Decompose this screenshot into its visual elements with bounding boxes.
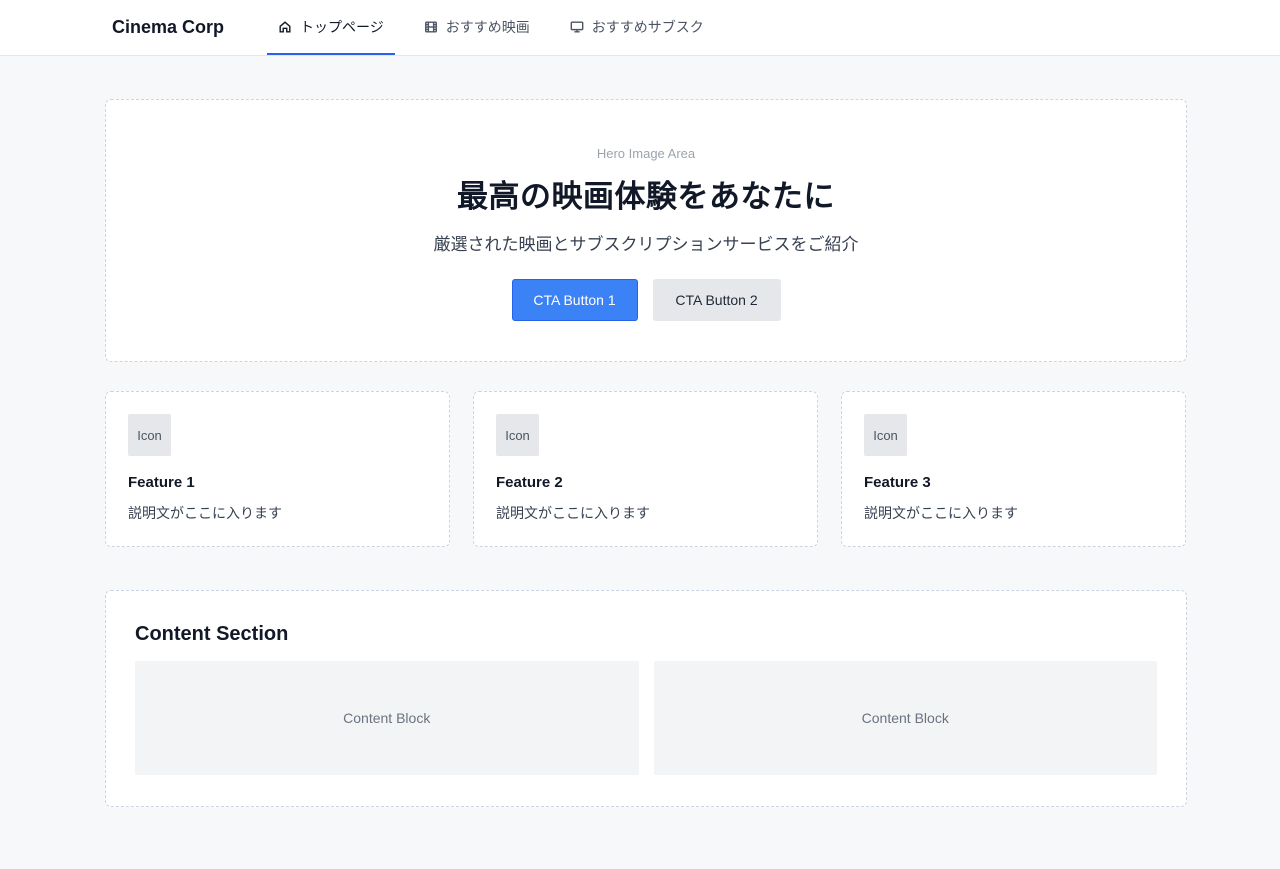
content-block: Content Block bbox=[135, 661, 639, 775]
home-icon bbox=[279, 20, 291, 33]
hero-subtitle: 厳選された映画とサブスクリプションサービスをご紹介 bbox=[433, 235, 859, 254]
tab-recommended-subscriptions[interactable]: おすすめサブスク bbox=[559, 0, 715, 55]
tab-label: おすすめ映画 bbox=[445, 18, 530, 35]
content-section: Content Section Content Block Content Bl… bbox=[105, 590, 1187, 807]
feature-icon-placeholder: Icon bbox=[128, 414, 171, 456]
tab-label: トップページ bbox=[300, 18, 384, 35]
feature-title: Feature 3 bbox=[864, 474, 931, 491]
hero-section: Hero Image Area 最高の映画体験をあなたに 厳選された映画とサブス… bbox=[105, 99, 1187, 362]
feature-description: 説明文がここに入ります bbox=[128, 505, 282, 521]
features-row: Icon Feature 1 説明文がここに入ります Icon Feature … bbox=[105, 391, 1186, 547]
feature-icon-placeholder: Icon bbox=[864, 414, 907, 456]
main-content: Hero Image Area 最高の映画体験をあなたに 厳選された映画とサブス… bbox=[0, 56, 1280, 807]
content-section-title: Content Section bbox=[135, 623, 289, 645]
cta-button-2[interactable]: CTA Button 2 bbox=[652, 279, 781, 321]
feature-card: Icon Feature 3 説明文がここに入ります bbox=[841, 391, 1186, 547]
content-blocks: Content Block Content Block bbox=[135, 661, 1157, 775]
feature-description: 説明文がここに入ります bbox=[496, 505, 650, 521]
hero-image-placeholder-label: Hero Image Area bbox=[596, 146, 696, 161]
tab-top-page[interactable]: トップページ bbox=[267, 0, 395, 55]
tab-recommended-movies[interactable]: おすすめ映画 bbox=[413, 0, 541, 55]
top-navigation: Cinema Corp トップページ おすすめ映画 おすすめサブスク bbox=[0, 0, 1280, 56]
cta-button-1[interactable]: CTA Button 1 bbox=[511, 279, 638, 321]
content-block: Content Block bbox=[653, 661, 1157, 775]
feature-title: Feature 2 bbox=[496, 474, 563, 491]
hero-title: 最高の映画体験をあなたに bbox=[457, 179, 835, 214]
feature-icon-placeholder: Icon bbox=[496, 414, 539, 456]
brand-logo[interactable]: Cinema Corp bbox=[112, 0, 224, 55]
film-icon bbox=[424, 20, 437, 33]
feature-card: Icon Feature 2 説明文がここに入ります bbox=[473, 391, 818, 547]
hero-button-row: CTA Button 1 CTA Button 2 bbox=[106, 279, 1186, 321]
feature-description: 説明文がここに入ります bbox=[864, 505, 1018, 521]
feature-card: Icon Feature 1 説明文がここに入ります bbox=[105, 391, 450, 547]
feature-title: Feature 1 bbox=[128, 474, 195, 491]
tab-label: おすすめサブスク bbox=[591, 18, 704, 35]
monitor-icon bbox=[570, 20, 584, 33]
